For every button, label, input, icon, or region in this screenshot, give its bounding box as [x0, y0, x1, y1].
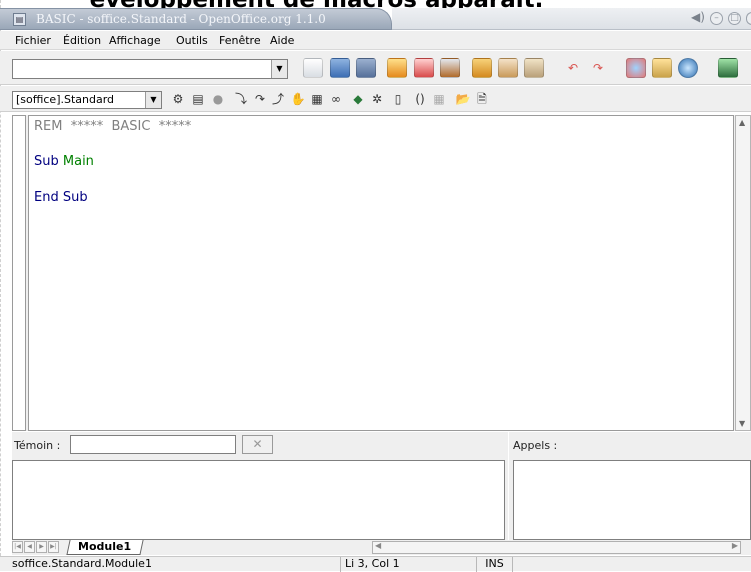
code-line-3: End Sub: [34, 190, 88, 205]
watch-input[interactable]: [70, 435, 236, 454]
code-editor[interactable]: REM ***** BASIC ***** Sub Main End Sub: [28, 115, 734, 431]
title-tab[interactable]: ▤ BASIC - soffice.Standard - OpenOffice.…: [0, 8, 392, 30]
edit-file-icon[interactable]: [387, 58, 407, 78]
object-catalog-icon[interactable]: ◆: [350, 91, 366, 107]
insert-source-icon[interactable]: 📂: [455, 91, 471, 107]
window-title: BASIC - soffice.Standard - OpenOffice.or…: [36, 12, 326, 26]
paste-icon[interactable]: [524, 58, 544, 78]
status-insert-mode[interactable]: INS: [476, 557, 512, 572]
status-cursor-position: Li 3, Col 1: [340, 557, 476, 572]
save-icon[interactable]: [356, 58, 376, 78]
stop-icon[interactable]: ●: [210, 91, 226, 107]
end-sub-keyword: End Sub: [34, 190, 88, 205]
find-parentheses-icon[interactable]: (): [412, 91, 428, 107]
view-toggle-icon[interactable]: [718, 58, 738, 78]
help-icon[interactable]: [678, 58, 698, 78]
scroll-down-icon[interactable]: ▼: [739, 419, 745, 428]
status-location: soffice.Standard.Module1: [12, 557, 152, 570]
navigator-icon[interactable]: [626, 58, 646, 78]
remove-watch-icon: ✕: [252, 437, 263, 451]
sub-keyword: Sub: [34, 154, 59, 169]
save-source-icon[interactable]: 🗎: [474, 91, 490, 107]
gallery-icon[interactable]: [652, 58, 672, 78]
minimize-button[interactable]: –: [710, 12, 723, 25]
maximize-button[interactable]: □: [728, 12, 741, 25]
insert-controls-icon[interactable]: ▦: [431, 91, 447, 107]
chevron-down-icon[interactable]: ▼: [145, 92, 161, 108]
basic-editor-frame: REM ***** BASIC ***** Sub Main End Sub ▲…: [12, 115, 751, 431]
code-line-1: REM ***** BASIC *****: [34, 119, 191, 134]
step-over-icon[interactable]: ↷: [252, 91, 268, 107]
step-out-icon[interactable]: ⤴: [270, 91, 286, 107]
copy-icon[interactable]: [498, 58, 518, 78]
status-bar: soffice.Standard.Module1 Li 3, Col 1 INS: [0, 556, 751, 572]
chevron-down-icon[interactable]: ▼: [271, 60, 287, 78]
macros-icon[interactable]: ✲: [369, 91, 385, 107]
comment-text: ***** BASIC *****: [62, 119, 192, 134]
macro-toolbar: [soffice].Standard ▼ ⚙ ▤ ● ⤵ ↷ ⤴ ✋ ▦ ∞ ◆…: [0, 86, 751, 112]
sub-name: Main: [62, 154, 94, 169]
title-bar[interactable]: ▤ BASIC - soffice.Standard - OpenOffice.…: [0, 8, 751, 30]
calls-pane: Appels :: [509, 432, 751, 540]
step-into-icon[interactable]: ⤵: [233, 91, 249, 107]
last-tab-icon[interactable]: ▶|: [48, 541, 59, 553]
modules-icon[interactable]: ▯: [390, 91, 406, 107]
menu-outils[interactable]: Outils: [176, 34, 208, 47]
calls-label: Appels :: [513, 439, 558, 452]
watch-pane: Témoin : ✕: [12, 432, 508, 540]
url-combobox[interactable]: ▼: [12, 59, 288, 79]
cut-icon[interactable]: [472, 58, 492, 78]
print-icon[interactable]: [440, 58, 460, 78]
menu-fichier[interactable]: Fichier: [15, 34, 51, 47]
remove-watch-button[interactable]: ✕: [242, 435, 273, 454]
editor-vertical-scrollbar[interactable]: ▲ ▼: [735, 115, 751, 431]
library-combobox[interactable]: [soffice].Standard ▼: [12, 91, 162, 109]
menu-fenetre[interactable]: Fenêtre: [219, 34, 261, 47]
new-document-icon[interactable]: [303, 58, 323, 78]
tab-module1-label[interactable]: Module1: [78, 540, 131, 553]
status-empty-cell: [512, 557, 751, 572]
first-tab-icon[interactable]: |◀: [12, 541, 23, 553]
next-tab-icon[interactable]: ▶: [36, 541, 47, 553]
line-gutter[interactable]: [12, 115, 26, 431]
menu-bar: Fichier Édition Affichage Outils Fenêtre…: [0, 31, 751, 50]
breakpoint-icon[interactable]: ✋: [290, 91, 306, 107]
code-line-2: Sub Main: [34, 154, 94, 169]
library-value: [soffice].Standard: [16, 93, 115, 106]
sound-icon[interactable]: ◀): [691, 11, 705, 25]
undo-icon[interactable]: ↶: [565, 60, 581, 76]
menu-aide[interactable]: Aide: [270, 34, 294, 47]
enable-watch-icon[interactable]: ∞: [328, 91, 344, 107]
export-pdf-icon[interactable]: [414, 58, 434, 78]
module-tab-bar: |◀ ◀ ▶ ▶| Module1 ◀ ▶: [12, 540, 751, 555]
previous-tab-icon[interactable]: ◀: [24, 541, 35, 553]
app-icon[interactable]: ▤: [13, 13, 26, 26]
watch-label: Témoin :: [14, 439, 61, 452]
scroll-up-icon[interactable]: ▲: [739, 118, 745, 127]
scroll-right-icon[interactable]: ▶: [732, 541, 738, 550]
compile-icon[interactable]: ⚙: [170, 91, 186, 107]
watch-list[interactable]: [12, 460, 505, 540]
title-bar-right: ◀) – □: [392, 8, 751, 30]
scroll-left-icon[interactable]: ◀: [375, 541, 381, 550]
rem-keyword: REM: [34, 119, 63, 134]
run-basic-icon[interactable]: ▤: [190, 91, 206, 107]
calls-list[interactable]: [513, 460, 751, 540]
standard-toolbar: ▼ ↶ ↷: [0, 51, 751, 85]
menu-affichage[interactable]: Affichage: [109, 34, 161, 47]
editor-horizontal-scrollbar[interactable]: ◀ ▶: [372, 541, 741, 554]
open-folder-icon[interactable]: [330, 58, 350, 78]
redo-icon[interactable]: ↷: [590, 60, 606, 76]
menu-edition[interactable]: Édition: [63, 34, 101, 47]
manage-breakpoints-icon[interactable]: ▦: [309, 91, 325, 107]
close-button[interactable]: [746, 12, 751, 25]
